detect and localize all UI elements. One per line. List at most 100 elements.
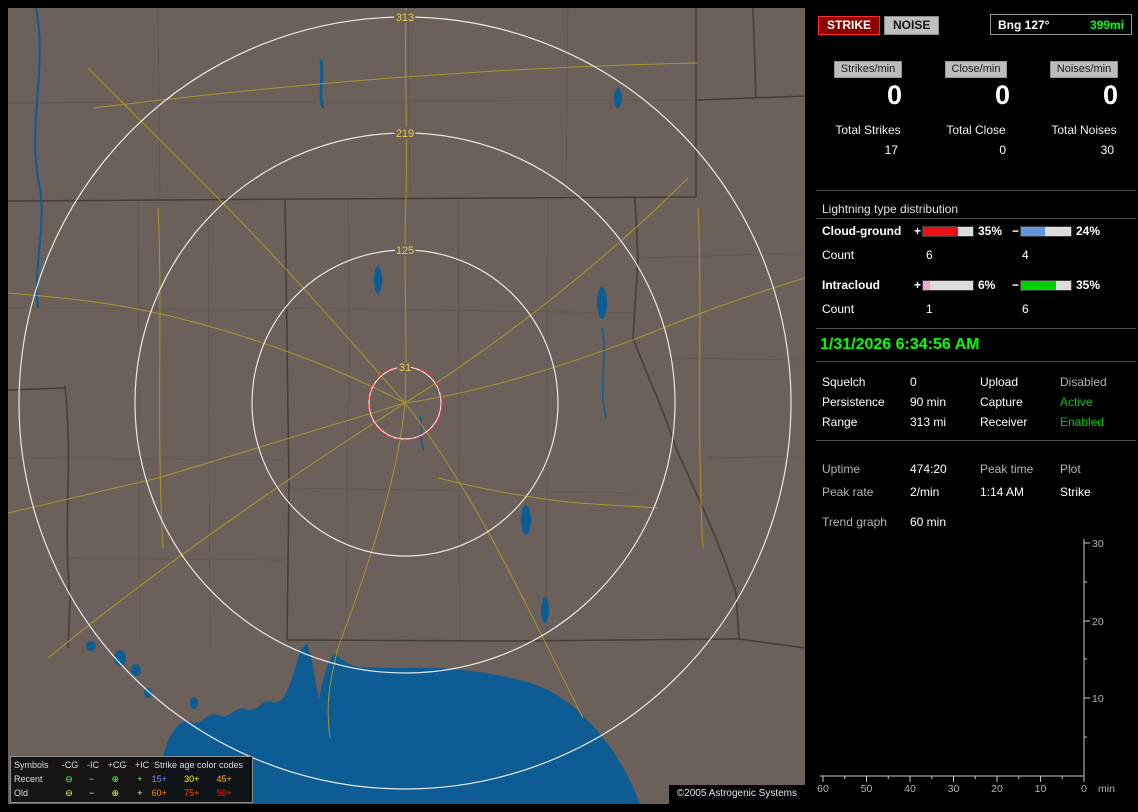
- ic-positive-bar-fill: [923, 281, 930, 290]
- x-tick-10: 10: [1035, 783, 1047, 795]
- cg-positive-count: 6: [926, 248, 933, 262]
- receiver-status: Enabled: [1060, 415, 1105, 429]
- age-code-15: 15+: [151, 773, 167, 784]
- ic-positive-bar: [922, 280, 974, 291]
- legend-recent-row: Recent ⊖ − ⊕ + 15+ 30+ 45+: [14, 772, 249, 786]
- noise-button[interactable]: NOISE: [884, 16, 940, 35]
- strike-button[interactable]: STRIKE: [818, 16, 881, 35]
- peak-rate-row: Peak rate 2/min 1:14 AM Strike: [814, 485, 1138, 503]
- noises-per-min-value: 0: [1102, 80, 1118, 110]
- uptime-label: Uptime: [822, 462, 861, 476]
- x-tick-40: 40: [904, 783, 916, 795]
- cloud-ground-label: Cloud-ground: [822, 224, 902, 238]
- trend-graph-plot: 30 20 10 60 50 40 30 20 10 0 min: [817, 538, 1115, 795]
- capture-status: Active: [1060, 395, 1093, 409]
- trend-graph-span: 60 min: [910, 515, 947, 529]
- lightning-map[interactable]: 313 219 125 31 Symbols -CG -IC +CG +IC S…: [8, 8, 805, 804]
- cg-negative-count: 4: [1022, 248, 1029, 262]
- plot-mode-value: Strike: [1060, 485, 1091, 499]
- legend-old-row: Old ⊖ − ⊕ + 60+ 75+ 90+: [14, 786, 249, 800]
- noises-column: Noises/min 0 Total Noises 30: [1032, 61, 1136, 157]
- x-tick-30: 30: [948, 783, 960, 795]
- ring-label-125: 125: [396, 245, 414, 257]
- close-column: Close/min 0 Total Close 0: [924, 61, 1028, 157]
- legend-col-pos-cg: +CG: [107, 759, 127, 770]
- y-tick-30: 30: [1092, 538, 1104, 550]
- strikes-per-min-label: Strikes/min: [833, 61, 903, 78]
- x-axis-unit: min: [1098, 783, 1115, 795]
- squelch-label: Squelch: [822, 375, 866, 389]
- ic-positive-pct: 6%: [978, 278, 996, 292]
- legend-symbols-title: Symbols: [14, 759, 49, 770]
- cg-negative-bar-fill: [1021, 227, 1045, 236]
- distribution-title: Lightning type distribution: [822, 202, 959, 216]
- intracloud-label: Intracloud: [822, 278, 881, 292]
- range-value: 313 mi: [910, 415, 947, 429]
- ic-positive-count: 1: [926, 302, 933, 316]
- bearing-distance: 399mi: [1089, 17, 1124, 32]
- trend-graph-label: Trend graph: [822, 515, 887, 529]
- legend-col-neg-cg: -CG: [61, 759, 79, 770]
- strikes-per-min-value: 0: [886, 80, 902, 110]
- cloud-ground-count-row: Count 6 4: [814, 248, 1138, 264]
- cg-negative-bar: [1020, 226, 1072, 237]
- water-bodies: [86, 88, 640, 804]
- ic-negative-count: 6: [1022, 302, 1029, 316]
- neg-cg-symbol-old-icon: ⊖: [65, 787, 73, 798]
- legend-col-neg-ic: -IC: [87, 759, 99, 770]
- plot-label: Plot: [1060, 462, 1081, 476]
- minus-sign: −: [1012, 224, 1020, 238]
- ring-label-219: 219: [396, 128, 414, 140]
- legend-header-row: Symbols -CG -IC +CG +IC Strike age color…: [14, 758, 249, 772]
- neg-ic-symbol-icon: −: [89, 773, 95, 784]
- pos-cg-symbol-old-icon: ⊕: [111, 787, 120, 798]
- persistence-row: Persistence 90 min Capture Active: [814, 395, 1138, 413]
- cg-negative-pct: 24%: [1076, 224, 1101, 238]
- legend-old-label: Old: [14, 787, 29, 798]
- pos-ic-symbol-icon: +: [137, 773, 143, 784]
- x-tick-50: 50: [861, 783, 873, 795]
- peak-time-label: Peak time: [980, 462, 1034, 476]
- count-label: Count: [822, 302, 855, 316]
- cg-positive-bar: [922, 226, 974, 237]
- neg-ic-symbol-old-icon: −: [89, 787, 95, 798]
- total-noises-value: 30: [1100, 143, 1114, 157]
- strikes-column: Strikes/min 0 Total Strikes 17: [816, 61, 920, 157]
- graph-axes: [820, 539, 1090, 782]
- age-code-45: 45+: [216, 773, 232, 784]
- graph-tick-labels: 30 20 10 60 50 40 30 20 10 0 min: [817, 538, 1115, 795]
- legend-recent-label: Recent: [14, 773, 43, 784]
- cg-positive-pct: 35%: [978, 224, 1003, 238]
- neg-cg-symbol-icon: ⊖: [65, 773, 73, 784]
- ic-negative-pct: 35%: [1076, 278, 1101, 292]
- peak-time-value: 1:14 AM: [980, 485, 1025, 499]
- intracloud-count-row: Count 1 6: [814, 302, 1138, 318]
- separator: [816, 328, 1136, 329]
- separator: [816, 361, 1136, 362]
- map-legend: Symbols -CG -IC +CG +IC Strike age color…: [10, 756, 253, 803]
- copyright: ©2005 Astrogenic Systems: [668, 785, 805, 804]
- squelch-value: 0: [910, 375, 917, 389]
- x-tick-0: 0: [1081, 783, 1087, 795]
- trend-graph-row: Trend graph 60 min: [814, 515, 1138, 533]
- status-panel: STRIKE NOISE Bng 127° 399mi Strikes/min …: [814, 0, 1138, 812]
- ic-negative-bar: [1020, 280, 1072, 291]
- plus-sign: +: [914, 278, 922, 292]
- total-noises-label: Total Noises: [1051, 123, 1117, 137]
- bearing-box: Bng 127° 399mi: [990, 14, 1132, 35]
- legend-col-pos-ic: +IC: [134, 759, 150, 770]
- ring-label-313: 313: [396, 12, 414, 24]
- rivers: [34, 8, 607, 451]
- age-code-60: 60+: [151, 787, 167, 798]
- datetime-display: 1/31/2026 6:34:56 AM: [820, 336, 980, 353]
- receiver-label: Receiver: [980, 415, 1028, 429]
- uptime-value: 474:20: [910, 462, 947, 476]
- cg-positive-bar-fill: [923, 227, 958, 236]
- upload-status: Disabled: [1060, 375, 1107, 389]
- capture-label: Capture: [980, 395, 1023, 409]
- x-tick-20: 20: [991, 783, 1003, 795]
- intracloud-row: Intracloud + 6% − 35%: [814, 278, 1138, 294]
- range-row: Range 313 mi Receiver Enabled: [814, 415, 1138, 433]
- legend-age-title: Strike age color codes: [154, 759, 244, 770]
- upload-label: Upload: [980, 375, 1019, 389]
